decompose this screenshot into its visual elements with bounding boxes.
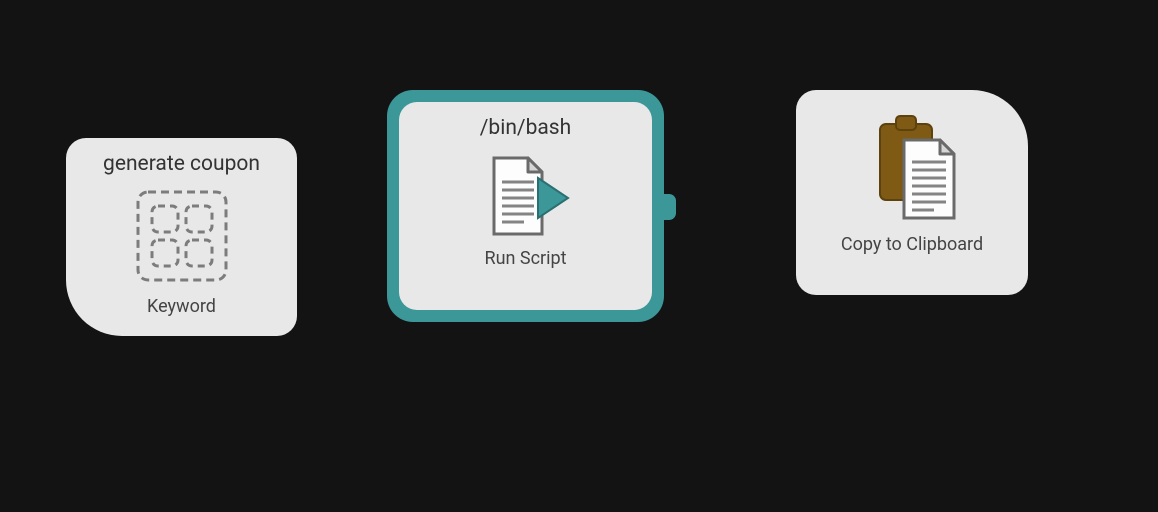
node-type-label: Run Script: [399, 248, 652, 269]
workflow-node-runscript[interactable]: /bin/bash Run Script: [387, 90, 664, 322]
node-title: /bin/bash: [399, 116, 652, 140]
workflow-node-keyword[interactable]: generate coupon Keyword: [66, 138, 297, 336]
node-type-label: Copy to Clipboard: [796, 234, 1028, 255]
keyword-grid-icon: [66, 186, 297, 286]
node-output-connector[interactable]: [654, 194, 676, 220]
node-type-label: Keyword: [66, 296, 297, 317]
clipboard-document-icon: [796, 106, 1028, 226]
workflow-node-clipboard[interactable]: Copy to Clipboard: [796, 90, 1028, 295]
workflow-canvas[interactable]: generate coupon Keyword /bin/bash: [0, 0, 1158, 512]
script-document-play-icon: [399, 154, 652, 240]
node-title: generate coupon: [66, 152, 297, 176]
